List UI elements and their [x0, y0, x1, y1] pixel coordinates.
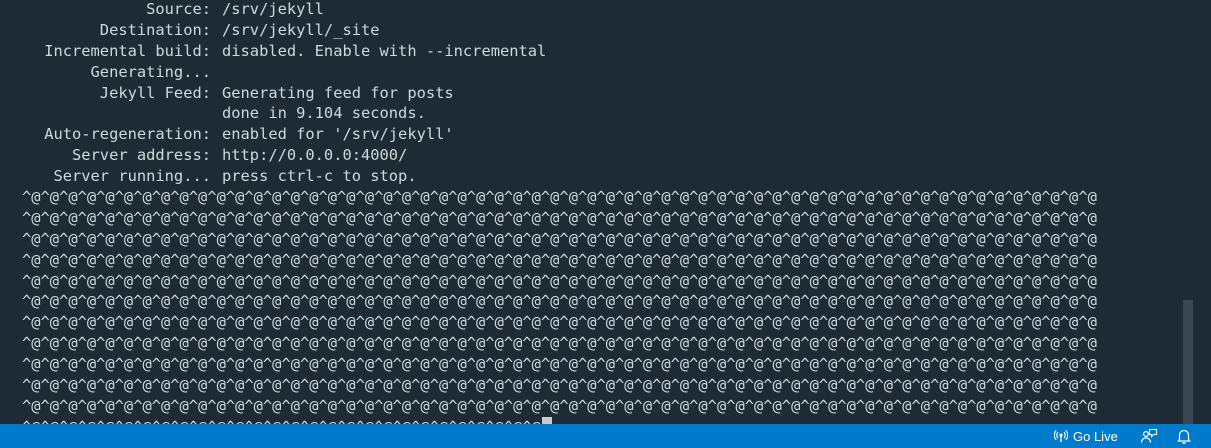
go-live-label: Go Live [1073, 428, 1118, 444]
terminal-line: Incremental build: disabled. Enable with … [2, 41, 1196, 62]
terminal-line-value: Generating feed for posts [222, 83, 454, 102]
terminal-line-value: disabled. Enable with --incremental [222, 41, 547, 60]
terminal-line-label: Source: [146, 0, 211, 18]
terminal-line: Destination: /srv/jekyll/_site [2, 20, 1196, 41]
terminal-line-value: press ctrl-c to stop. [222, 167, 417, 186]
terminal-line-value: done in 9.104 seconds. [222, 104, 426, 123]
terminal-line-label: Jekyll Feed: [99, 83, 211, 102]
terminal-control-chars: ^@^@^@^@^@^@^@^@^@^@^@^@^@^@^@^@^@^@^@^@… [22, 292, 1097, 311]
terminal-line: Server address: http://0.0.0.0:4000/ [2, 145, 1196, 166]
terminal-line: Server running... press ctrl-c to stop. [2, 166, 1196, 187]
terminal-control-chars: ^@^@^@^@^@^@^@^@^@^@^@^@^@^@^@^@^@^@^@^@… [22, 334, 1097, 353]
feedback-icon[interactable] [1140, 428, 1158, 444]
go-live-button[interactable]: Go Live [1054, 424, 1118, 448]
terminal-line-value: /srv/jekyll/_site [222, 20, 380, 39]
terminal-line: done in 9.104 seconds. [2, 103, 1196, 124]
broadcast-icon [1054, 429, 1068, 443]
terminal-line: Jekyll Feed: Generating feed for posts [2, 83, 1196, 104]
terminal-control-chars: ^@^@^@^@^@^@^@^@^@^@^@^@^@^@^@^@^@^@^@^@… [22, 355, 1097, 374]
terminal-control-chars: ^@^@^@^@^@^@^@^@^@^@^@^@^@^@^@^@^@^@^@^@… [22, 229, 1097, 248]
terminal-cursor [541, 416, 552, 424]
terminal-line: Auto-regeneration: enabled for '/srv/jeky… [2, 124, 1196, 145]
terminal-scrollbar[interactable] [1181, 0, 1196, 424]
terminal-control-chars: ^@^@^@^@^@^@^@^@^@^@^@^@^@^@^@^@^@^@^@^@… [22, 188, 1097, 207]
scrollbar-thumb[interactable] [1183, 300, 1193, 424]
terminal-control-chars: ^@^@^@^@^@^@^@^@^@^@^@^@^@^@^@^@^@^@^@^@… [22, 271, 1097, 290]
terminal-line-label: Server address: [72, 146, 211, 165]
terminal-output: Source: /srv/jekyll Destination: /srv/jekyl… [0, 0, 1196, 424]
terminal-line: Generating... [2, 62, 1196, 83]
terminal-line-label: Incremental build: [44, 41, 211, 60]
terminal-line-value: http://0.0.0.0:4000/ [222, 146, 408, 165]
bell-icon[interactable] [1176, 428, 1192, 444]
status-bar: Go Live [0, 424, 1211, 448]
terminal-line-label: Server running... [53, 167, 211, 186]
terminal-line-label: Auto-regeneration: [44, 125, 211, 144]
terminal-line-label: Generating... [90, 62, 211, 81]
terminal-line-label: Destination: [99, 20, 211, 39]
terminal-line: Source: /srv/jekyll [2, 0, 1196, 20]
terminal-control-chars: ^@^@^@^@^@^@^@^@^@^@^@^@^@^@^@^@^@^@^@^@… [22, 376, 1097, 395]
terminal-line-value: /srv/jekyll [222, 0, 324, 18]
terminal-control-chars: ^@^@^@^@^@^@^@^@^@^@^@^@^@^@^@^@^@^@^@^@… [22, 250, 1097, 269]
terminal-control-chars: ^@^@^@^@^@^@^@^@^@^@^@^@^@^@^@^@^@^@^@^@… [22, 396, 1097, 415]
terminal-control-chars: ^@^@^@^@^@^@^@^@^@^@^@^@^@^@^@^@^@^@^@^@… [22, 208, 1097, 227]
terminal-panel[interactable]: Source: /srv/jekyll Destination: /srv/jekyl… [0, 0, 1196, 424]
terminal-line-value: enabled for '/srv/jekyll' [222, 125, 454, 144]
terminal-prompt-line: ^@^@^@^@^@^@^@^@^@^@^@^@^@^@^@^@^@^@^@^@… [2, 416, 1196, 424]
terminal-control-chars: ^@^@^@^@^@^@^@^@^@^@^@^@^@^@^@^@^@^@^@^@… [22, 313, 1097, 332]
